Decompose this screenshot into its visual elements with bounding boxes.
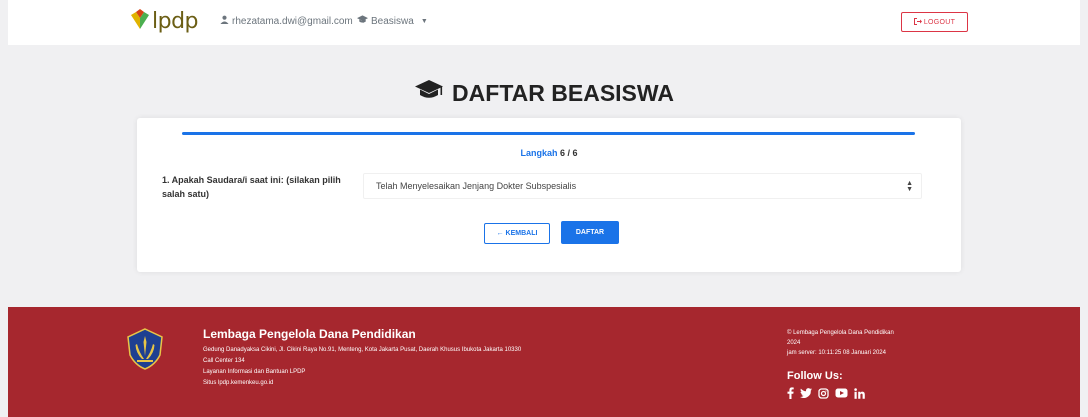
progress-bar: [182, 132, 915, 135]
page-title-text: DAFTAR BEASISWA: [452, 79, 674, 106]
graduation-cap-icon: [357, 15, 368, 27]
logout-icon: [913, 17, 922, 27]
follow-us-label: Follow Us:: [787, 370, 843, 382]
footer-site-link[interactable]: Situs lpdp.kemenkeu.go.id: [203, 379, 273, 387]
status-select-value: Telah Menyelesaikan Jenjang Dokter Subsp…: [376, 181, 577, 191]
server-time: jam server: 10:11:25 08 Januari 2024: [787, 350, 886, 356]
page-title: DAFTAR BEASISWA: [0, 79, 1088, 107]
linkedin-icon[interactable]: [854, 387, 865, 399]
submit-button[interactable]: DAFTAR: [561, 221, 619, 244]
facebook-icon[interactable]: [787, 387, 794, 399]
instagram-icon[interactable]: [818, 387, 829, 399]
lpdp-logo-icon: [130, 8, 150, 35]
brand-text: lpdp: [152, 9, 199, 34]
footer-call-center: Call Center 134: [203, 358, 245, 364]
social-links: [787, 387, 865, 399]
beasiswa-menu[interactable]: Beasiswa ▼: [357, 15, 428, 27]
footer-address: Gedung Danadyaksa Cikini, Jl. Cikini Ray…: [203, 347, 522, 353]
step-word: Langkah: [520, 148, 558, 158]
footer-copyright: © Lembaga Pengelola Dana Pendidikan 2024…: [787, 328, 927, 358]
youtube-icon[interactable]: [835, 388, 848, 398]
step-indicator: Langkah 6 / 6: [137, 148, 961, 158]
registration-card: Langkah 6 / 6 1. Apakah Saudara/i saat i…: [137, 118, 961, 272]
logout-button[interactable]: LOGOUT: [901, 12, 968, 32]
question-label: 1. Apakah Saudara/i saat ini: (silakan p…: [162, 175, 341, 199]
user-icon: [220, 15, 229, 27]
select-arrows-icon: ▲ ▼: [906, 180, 913, 193]
graduation-cap-icon: [414, 79, 444, 107]
footer-service-link[interactable]: Layanan Informasi dan Bantuan LPDP: [203, 368, 305, 376]
top-navbar: lpdp rhezatama.dwi@gmail.com ▼ Beasiswa …: [8, 0, 1080, 45]
footer-org-name: Lembaga Pengelola Dana Pendidikan: [203, 327, 416, 341]
twitter-icon[interactable]: [800, 388, 812, 398]
status-select[interactable]: Telah Menyelesaikan Jenjang Dokter Subsp…: [363, 173, 922, 199]
logout-label: LOGOUT: [923, 18, 956, 26]
user-email: rhezatama.dwi@gmail.com: [232, 15, 353, 27]
copyright-year: 2024: [787, 340, 801, 346]
user-menu[interactable]: rhezatama.dwi@gmail.com ▼: [220, 15, 367, 27]
chevron-down-icon: ▼: [420, 17, 428, 25]
footer: Lembaga Pengelola Dana Pendidikan Gedung…: [8, 307, 1080, 417]
brand-link[interactable]: lpdp: [130, 8, 199, 35]
back-button[interactable]: ← KEMBALI: [484, 223, 550, 244]
kemenkeu-emblem-icon: [125, 328, 165, 375]
step-value: 6 / 6: [560, 148, 578, 158]
copyright-text: © Lembaga Pengelola Dana Pendidikan: [787, 330, 894, 336]
beasiswa-menu-label: Beasiswa: [371, 15, 414, 27]
